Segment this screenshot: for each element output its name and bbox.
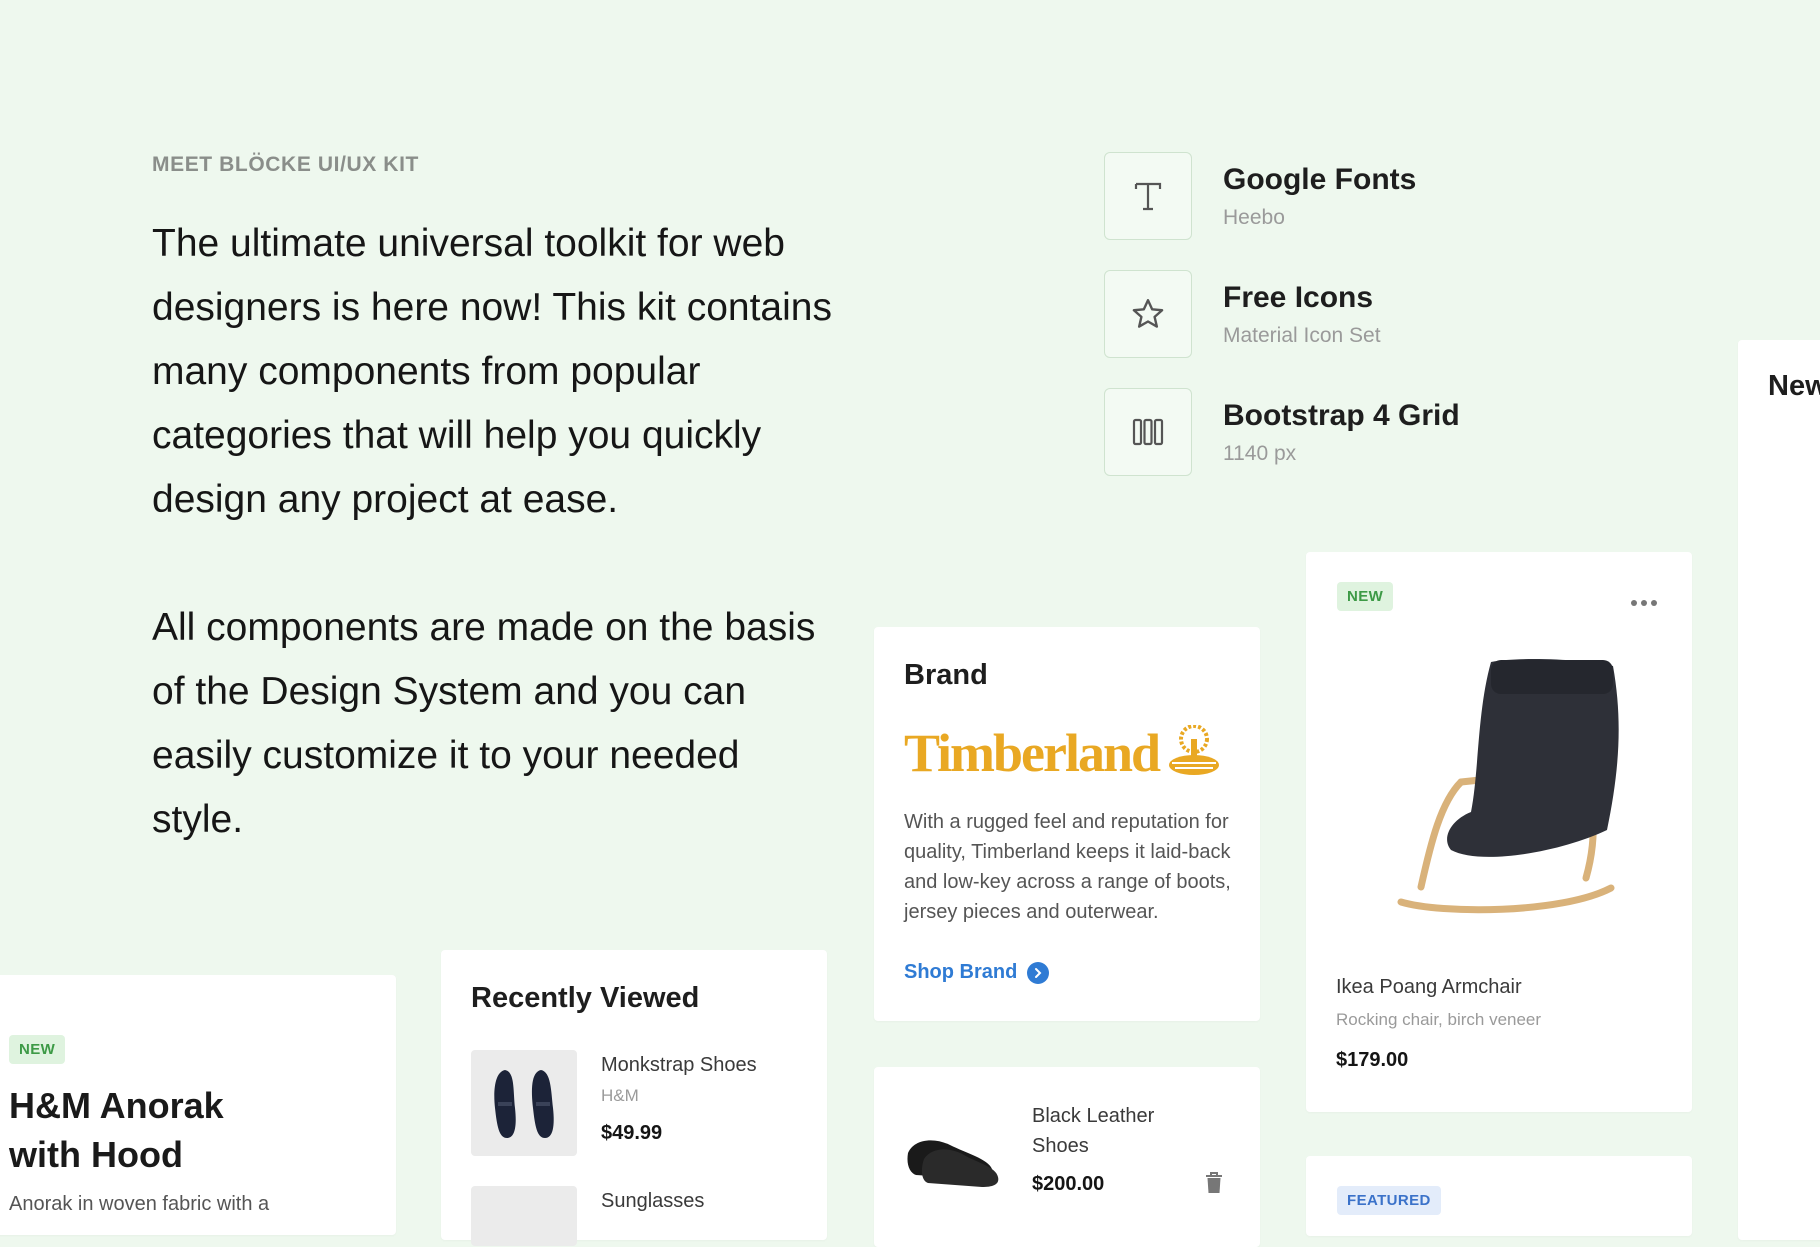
timberland-logo: Timberland [904,723,1221,783]
logo-wordmark: Timberland [904,723,1161,783]
feature-subtitle: Heebo [1223,206,1285,229]
product-price: $179.00 [1336,1049,1409,1071]
feature-free-icons: Free Icons Material Icon Set [1104,270,1604,358]
cart-item-card: Black Leather Shoes $200.00 [874,1067,1260,1247]
product-subtitle: Rocking chair, birch veneer [1336,1010,1542,1029]
chevron-right-icon[interactable] [1027,961,1050,984]
new-badge: NEW [1337,582,1394,611]
new-badge: NEW [9,1035,66,1064]
item-price: $49.99 [601,1122,663,1144]
intro-text: The ultimate universal toolkit for web d… [152,212,832,852]
anorak-card[interactable]: NEW H&M Anorak with Hood Anorak in woven… [0,975,396,1235]
shop-brand-link[interactable]: Shop Brand [904,961,1050,984]
sunglasses-image [471,1186,577,1246]
feature-google-fonts: Google Fonts Heebo [1104,152,1604,240]
product-card[interactable]: NEW Ikea Poang Armchair Rocking chair, b… [1306,552,1692,1112]
feature-title: Free Icons [1223,281,1374,314]
new-arrivals-card: New [1738,340,1820,1240]
item-brand: H&M [601,1086,639,1105]
grid-columns-icon [1104,388,1192,476]
section-eyebrow: MEET BLÖCKE UI/UX KIT [152,153,419,176]
feature-title: Google Fonts [1223,163,1417,196]
feature-subtitle: 1140 px [1223,442,1297,465]
anorak-description: Anorak in woven fabric with a [9,1193,270,1215]
brand-card: Brand Timberland With a rugged feel and … [874,627,1260,1021]
feature-subtitle: Material Icon Set [1223,324,1381,347]
intro-paragraph-1: The ultimate universal toolkit for web d… [152,222,832,521]
more-options-icon[interactable] [1630,594,1658,606]
item-name[interactable]: Monkstrap Shoes [601,1054,757,1077]
anorak-title: H&M Anorak with Hood [9,1085,224,1175]
feature-bootstrap-grid: Bootstrap 4 Grid 1140 px [1104,388,1604,476]
monkstrap-shoes-image [471,1050,577,1156]
featured-badge: FEATURED [1337,1186,1441,1215]
feature-title: Bootstrap 4 Grid [1223,399,1460,432]
brand-description: With a rugged feel and reputation for qu… [904,811,1231,923]
trash-icon[interactable] [1204,1171,1224,1200]
intro-paragraph-2: All components are made on the basis of … [152,606,816,841]
leather-shoes-image [904,1109,1002,1195]
tree-logo-icon [1167,723,1221,782]
card-title: New [1768,370,1820,402]
cart-item-price: $200.00 [1032,1173,1105,1195]
card-title: Recently Viewed [471,982,700,1014]
recently-viewed-card: Recently Viewed Monkstrap Shoes H&M $49.… [441,950,827,1246]
item-name[interactable]: Sunglasses [601,1190,704,1213]
star-outline-icon [1104,270,1192,358]
card-title: Brand [904,659,988,691]
featured-card[interactable]: FEATURED [1306,1156,1692,1236]
armchair-image [1361,652,1631,922]
text-format-icon [1104,152,1192,240]
link-label[interactable]: Shop Brand [904,961,1017,984]
cart-item-name[interactable]: Black Leather Shoes [1032,1101,1182,1161]
product-name[interactable]: Ikea Poang Armchair [1336,976,1522,999]
